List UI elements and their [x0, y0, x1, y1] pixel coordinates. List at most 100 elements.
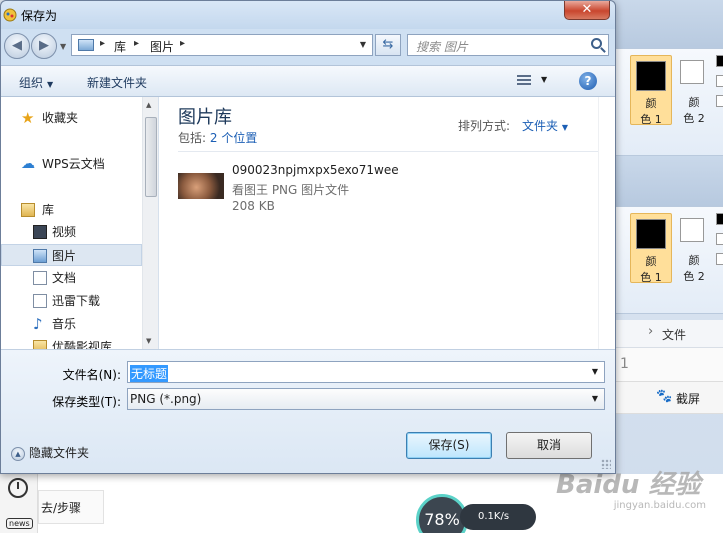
color2-selector[interactable]: 颜 色 2: [676, 55, 712, 125]
filetype-dropdown[interactable]: ▼: [586, 389, 604, 409]
new-folder-button[interactable]: 新建文件夹: [87, 74, 147, 91]
sidebar-item-label: 迅雷下载: [52, 294, 101, 308]
news-icon[interactable]: news: [6, 518, 33, 529]
color2-label-b: 色 2: [683, 270, 705, 283]
sidebar-item-label: 文档: [52, 271, 77, 285]
sidebar-item-thunder-downloads[interactable]: 迅雷下载: [1, 290, 142, 312]
filename-value: 无标题: [130, 365, 169, 382]
chevron-right-icon: ›: [648, 324, 654, 339]
breadcrumb-pictures[interactable]: 图片: [150, 38, 174, 55]
breadcrumb-separator[interactable]: ▸: [134, 38, 139, 49]
library-icon: [21, 203, 35, 217]
search-input[interactable]: 搜索 图片: [407, 34, 609, 56]
file-item[interactable]: 090023npjmxpx5exo71wee 看图王 PNG 图片文件 208 …: [174, 159, 434, 213]
organize-button[interactable]: 组织 ▼: [19, 74, 53, 91]
sidebar-item-label: 图片: [52, 249, 77, 263]
arrange-by-dropdown[interactable]: 文件夹 ▼: [522, 117, 568, 134]
sidebar-item-label: 收藏夹: [42, 111, 79, 125]
sidebar-scrollbar[interactable]: ▲ ▼: [142, 97, 158, 349]
save-as-dialog: 保存为 ✕ ◀ ▶ ▼ ▸ 库 ▸ 图片 ▸ ▼ ⇆ 搜索 图片 组织 ▼ 新建文…: [0, 0, 616, 474]
divider: [178, 151, 598, 152]
filename-dropdown[interactable]: ▼: [586, 362, 604, 382]
color1-selector[interactable]: 颜 色 1: [630, 213, 672, 284]
color1-selector[interactable]: 颜 色 1: [630, 55, 672, 126]
save-button[interactable]: 保存(S): [406, 432, 492, 459]
color1-label-b: 色 1: [640, 113, 662, 126]
color2-selector[interactable]: 颜 色 2: [676, 213, 712, 283]
cancel-button[interactable]: 取消: [506, 432, 592, 459]
close-button[interactable]: ✕: [564, 1, 610, 20]
recent-pages-dropdown[interactable]: ▼: [60, 42, 66, 51]
file-thumbnail: [178, 173, 224, 199]
bg-ribbon-mid: [612, 156, 723, 206]
arrow-left-icon: ◀: [12, 38, 22, 53]
video-icon: [33, 225, 47, 239]
breadcrumb-separator[interactable]: ▸: [100, 38, 105, 49]
palette-swatch[interactable]: [716, 95, 723, 107]
picture-icon: [33, 249, 47, 263]
address-bar[interactable]: ▸ 库 ▸ 图片 ▸ ▼: [71, 34, 373, 56]
refresh-button[interactable]: ⇆: [375, 34, 401, 56]
forward-button[interactable]: ▶: [31, 33, 57, 59]
speed-widget[interactable]: 78% 0.1K/s: [416, 494, 536, 533]
bg-left-strip: news: [0, 474, 38, 533]
sidebar-item-videos[interactable]: 视频: [1, 221, 142, 243]
sidebar-item-label: 视频: [52, 225, 77, 239]
palette-swatch[interactable]: [716, 75, 723, 87]
bg-row-number: 1: [620, 356, 629, 372]
color2-label-a: 颜: [688, 96, 700, 109]
clock-icon[interactable]: [8, 478, 28, 498]
organize-label: 组织: [19, 76, 44, 90]
file-pane-scrollbar[interactable]: [598, 97, 615, 349]
bg-row: 1: [612, 348, 723, 382]
sidebar-item-label: WPS云文档: [42, 157, 105, 171]
arrange-by-value: 文件夹: [522, 119, 559, 133]
bg-row: 🐾 截屏: [612, 382, 723, 414]
sidebar-item-music[interactable]: ♪ 音乐: [1, 313, 142, 335]
locations-link[interactable]: 2 个位置: [210, 131, 257, 145]
address-dropdown[interactable]: ▼: [354, 35, 372, 55]
scroll-down-icon[interactable]: ▼: [146, 337, 151, 345]
arrow-right-icon: ▶: [39, 38, 49, 53]
scroll-up-icon[interactable]: ▲: [146, 101, 151, 109]
sidebar-item-library[interactable]: 库: [1, 199, 142, 221]
filename-label: 文件名(N):: [62, 368, 121, 382]
sidebar-item-favorites[interactable]: ★ 收藏夹: [1, 107, 142, 129]
watermark-logo: Baidu 经验: [556, 470, 701, 500]
folder-icon: [33, 340, 47, 349]
palette-swatch[interactable]: [716, 55, 723, 67]
bg-breadcrumb-label[interactable]: 文件: [662, 326, 686, 343]
back-button[interactable]: ◀: [4, 33, 30, 59]
library-title: 图片库: [178, 107, 232, 128]
color2-swatch: [680, 218, 704, 242]
includes-label: 包括:: [178, 131, 207, 145]
sidebar-item-wps-cloud[interactable]: ☁ WPS云文档: [1, 153, 142, 175]
filetype-label: 保存类型(T):: [52, 395, 121, 409]
hide-folders-button[interactable]: ▲ 隐藏文件夹: [11, 444, 89, 461]
view-list-icon: [517, 75, 531, 87]
breadcrumb-separator[interactable]: ▸: [180, 38, 185, 49]
scrollbar-thumb[interactable]: [145, 117, 157, 197]
color2-label-a: 颜: [688, 254, 700, 267]
color2-label-b: 色 2: [683, 112, 705, 125]
filetype-select[interactable]: PNG (*.png) ▼: [127, 388, 605, 410]
chevron-up-icon: ▲: [11, 446, 25, 461]
sidebar-item-youku[interactable]: 优酷影视库: [1, 336, 142, 349]
help-button[interactable]: ?: [579, 72, 597, 90]
palette-swatch[interactable]: [716, 213, 723, 225]
bg-screenshot-button[interactable]: 截屏: [676, 390, 700, 407]
sidebar-item-pictures[interactable]: 图片: [1, 244, 142, 266]
title-bar[interactable]: 保存为 ✕: [1, 1, 615, 29]
sidebar-item-documents[interactable]: 文档: [1, 267, 142, 289]
palette-swatch[interactable]: [716, 253, 723, 265]
palette-swatch[interactable]: [716, 233, 723, 245]
color1-label-a: 颜: [645, 97, 657, 110]
file-name: 090023npjmxpx5exo71wee: [232, 163, 399, 177]
search-icon[interactable]: [591, 38, 602, 49]
hide-folders-label: 隐藏文件夹: [29, 446, 90, 460]
resize-grip-icon[interactable]: [601, 459, 611, 469]
filename-field[interactable]: 无标题 ▼: [127, 361, 605, 383]
change-view-button[interactable]: ▼: [515, 73, 553, 91]
sidebar-item-label: 音乐: [52, 317, 77, 331]
breadcrumb-library[interactable]: 库: [114, 38, 126, 55]
